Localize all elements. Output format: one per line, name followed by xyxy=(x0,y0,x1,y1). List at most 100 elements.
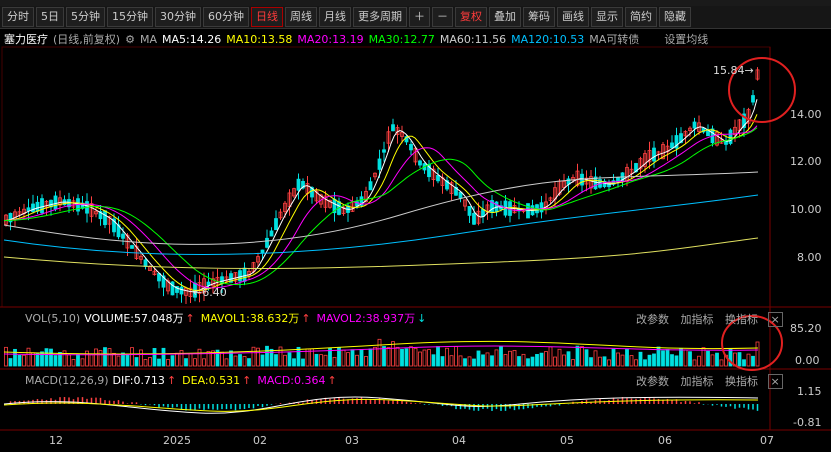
candle-body xyxy=(53,195,58,210)
macd-axis-min: -0.81 xyxy=(793,416,822,429)
macd-switch-indicator[interactable]: 换指标 xyxy=(725,375,758,388)
volume-bar xyxy=(431,354,436,367)
volume-bar xyxy=(508,350,512,367)
volume-bar xyxy=(440,356,445,367)
ma20-line xyxy=(3,125,758,289)
candle-body xyxy=(103,210,107,226)
volume-bar xyxy=(607,359,611,367)
volume-bar xyxy=(526,358,530,367)
volume-bar xyxy=(274,354,278,367)
vol-switch-indicator[interactable]: 换指标 xyxy=(725,313,758,326)
macd-info-bar: MACD(12,26,9) DIF:0.713 ↑ DEA:0.531 ↑ MA… xyxy=(0,372,337,388)
volume-bar xyxy=(490,355,494,367)
volume-bar xyxy=(247,358,251,367)
volume-bar xyxy=(112,352,116,367)
volume-bar xyxy=(301,358,305,367)
volume-bar xyxy=(152,348,157,367)
dea-value: DEA:0.531 xyxy=(182,373,241,387)
volume-bar xyxy=(454,346,458,367)
volume-bar xyxy=(44,348,49,367)
volume-bar xyxy=(467,356,472,367)
volume-bar xyxy=(220,351,224,367)
volume-bar xyxy=(517,356,521,367)
volume-bar xyxy=(179,350,184,367)
volume-bar xyxy=(697,355,701,367)
volume-bar xyxy=(638,351,643,367)
volume-bar xyxy=(746,353,751,367)
vol-add-indicator[interactable]: 加指标 xyxy=(681,313,714,326)
candle-body xyxy=(751,95,755,103)
date-label-04: 04 xyxy=(452,434,466,447)
vol-edit-params[interactable]: 改参数 xyxy=(636,313,669,326)
volume-bar xyxy=(404,348,409,367)
mavol2-value: MAVOL2:38.937万 xyxy=(316,312,416,325)
up-arrow-icon: ↑ xyxy=(185,311,195,325)
volume-info-bar: VOL(5,10) VOLUME:57.048万 ↑ MAVOL1:38.632… xyxy=(0,310,426,326)
volume-bar xyxy=(400,349,404,367)
volume-bar xyxy=(242,356,247,367)
price-axis-14: 14.00 xyxy=(790,108,822,121)
candle-body xyxy=(391,124,395,132)
volume-bar xyxy=(323,354,328,367)
volume-bar xyxy=(170,355,175,367)
volume-bar xyxy=(125,354,130,367)
volume-bar xyxy=(80,358,85,367)
volume-bar xyxy=(616,352,620,367)
candle-body xyxy=(670,142,674,149)
macd-edit-params[interactable]: 改参数 xyxy=(636,375,669,388)
volume-bar xyxy=(76,353,80,367)
volume-bar xyxy=(472,358,476,367)
low-annotation: ←6.40 xyxy=(193,286,227,299)
close-icon[interactable]: × xyxy=(767,312,783,327)
volume-bar xyxy=(314,353,319,367)
vol-value: VOLUME:57.048万 xyxy=(84,312,184,325)
candle-body xyxy=(260,249,265,254)
volume-bar xyxy=(481,354,485,367)
volume-bar xyxy=(418,351,422,367)
macd-panel-links: 改参数 加指标 换指标 × xyxy=(636,373,783,389)
candle-body xyxy=(467,206,472,216)
volume-bar xyxy=(332,357,337,367)
volume-bar xyxy=(670,354,674,367)
volume-bar xyxy=(499,346,503,367)
volume-bar xyxy=(422,349,427,367)
macd-value: MACD:0.364 xyxy=(257,373,326,387)
volume-bar xyxy=(755,341,760,367)
volume-bar xyxy=(391,341,395,367)
candle-body xyxy=(130,245,134,249)
macd-axis-max: 1.15 xyxy=(797,385,822,398)
volume-bar xyxy=(602,356,607,367)
volume-bar xyxy=(319,354,323,367)
volume-bar xyxy=(26,347,31,367)
candle-body xyxy=(382,149,386,153)
candle-body xyxy=(472,213,476,225)
date-label-03: 03 xyxy=(345,434,359,447)
volume-bar xyxy=(143,359,148,367)
volume-bar xyxy=(445,347,449,367)
volume-bar xyxy=(193,358,197,367)
price-axis-8: 8.00 xyxy=(797,251,822,264)
volume-bar xyxy=(494,349,499,367)
volume-bar xyxy=(584,349,589,367)
date-label-2025: 2025 xyxy=(163,434,191,447)
volume-bar xyxy=(634,359,638,367)
volume-bar xyxy=(197,348,202,367)
volume-bar xyxy=(161,347,166,367)
volume-bar xyxy=(346,352,350,367)
candle-body xyxy=(539,202,544,213)
volume-bar xyxy=(71,359,76,367)
macd-add-indicator[interactable]: 加指标 xyxy=(681,375,714,388)
volume-bar xyxy=(265,345,269,367)
volume-bar xyxy=(652,353,656,367)
volume-bar xyxy=(94,348,98,367)
vol-axis-max: 85.20 xyxy=(790,322,822,335)
dif-value: DIF:0.713 xyxy=(112,373,165,387)
up-arrow-icon: ↑ xyxy=(166,373,177,387)
close-icon[interactable]: × xyxy=(767,374,783,389)
volume-bar xyxy=(283,354,287,367)
volume-bar xyxy=(4,346,8,367)
volume-bar xyxy=(458,355,463,367)
volume-bar xyxy=(364,356,368,367)
volume-bar xyxy=(139,349,143,367)
volume-bar xyxy=(22,354,26,367)
